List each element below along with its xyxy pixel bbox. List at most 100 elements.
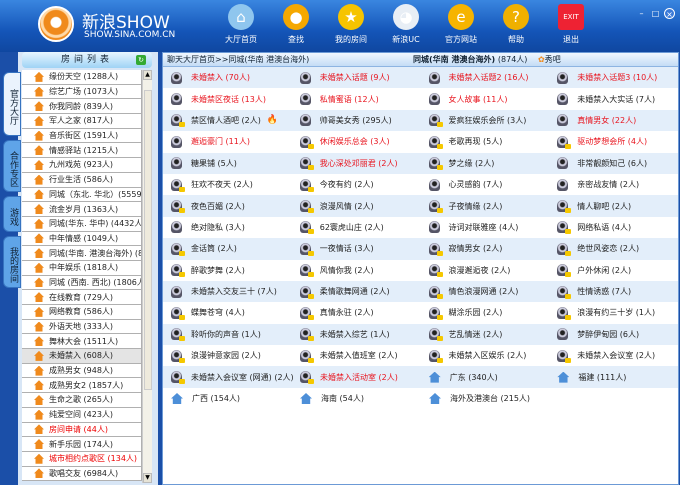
room-category-item[interactable]: 成熟男女 (948人): [22, 363, 142, 379]
room-item[interactable]: 情色浪漫网通 (2人): [421, 285, 550, 299]
tab-my-rooms[interactable]: 我的房间: [3, 236, 21, 288]
close-button[interactable]: ×: [664, 8, 675, 19]
room-item[interactable]: 风情你我 (2人): [292, 264, 421, 278]
room-item[interactable]: 浪漫有约三十岁 (1人): [549, 306, 678, 320]
tab-partner-zone[interactable]: 合作专区: [3, 140, 21, 192]
room-item[interactable]: 浪漫钟意家园 (2人): [163, 349, 292, 363]
room-item[interactable]: 真情永驻 (2人): [292, 306, 421, 320]
room-item[interactable]: 爱疯狂娱乐会所 (3人): [421, 114, 550, 128]
room-item[interactable]: 未婚禁区夜话 (13人): [163, 93, 292, 106]
room-item[interactable]: 私情蜜语 (12人): [292, 93, 421, 106]
room-category-item[interactable]: 九州戏苑 (923人): [22, 158, 142, 173]
room-item[interactable]: 子夜情缘 (2人): [421, 200, 550, 214]
room-item[interactable]: 醉歌梦舞 (2人): [163, 264, 292, 278]
room-item[interactable]: 老歌再现 (5人): [421, 135, 550, 149]
room-category-item[interactable]: 行业生活 (586人): [22, 172, 142, 188]
room-item[interactable]: 情人聊吧 (2人): [549, 200, 678, 214]
room-item[interactable]: 诗词对联雅座 (4人): [421, 221, 550, 234]
breadcrumb[interactable]: 聊天大厅首页>>同城(华南 港澳台海外): [167, 55, 309, 64]
room-category-item[interactable]: 同城（东北. 华北）(5559人): [22, 187, 142, 203]
room-category-item[interactable]: 未婚禁入 (608人): [22, 349, 142, 364]
room-category-item[interactable]: 中年娱乐 (1818人): [22, 260, 142, 276]
tab-official-hall[interactable]: 官方大厅: [3, 72, 21, 136]
room-category-item[interactable]: 纯爱空间 (423人): [22, 407, 142, 423]
room-category-item[interactable]: 同城(华东. 华中) (4432人): [22, 216, 142, 232]
room-item[interactable]: 浪漫邂逅夜 (2人): [421, 264, 550, 278]
room-category-item[interactable]: 新手乐园 (174人): [22, 437, 142, 452]
room-item[interactable]: 梦醉伊甸园 (6人): [549, 328, 678, 341]
tab-games[interactable]: 游戏: [3, 196, 21, 232]
room-item[interactable]: 糊涂乐园 (2人): [421, 306, 550, 320]
room-item[interactable]: 浪漫风情 (2人): [292, 200, 421, 214]
nav-ie[interactable]: e 官方网站: [434, 4, 488, 45]
room-category-item[interactable]: 缘份天空 (1288人): [22, 70, 142, 85]
room-category-item[interactable]: 中年情感 (1049人): [22, 231, 142, 247]
room-item[interactable]: 未婚禁入交友三十 (7人): [163, 285, 292, 298]
room-category-item[interactable]: 舞林大会 (1511人): [22, 334, 142, 350]
room-item[interactable]: 未婚禁入话题2 (16人): [421, 71, 550, 84]
nav-uc-bird[interactable]: ◕ 新浪UC: [379, 4, 433, 45]
nav-star[interactable]: ★ 我的房间: [324, 4, 378, 45]
room-category-item[interactable]: 生命之歌 (265人): [22, 393, 142, 408]
room-item[interactable]: 户外休闲 (2人): [549, 264, 678, 278]
xiuba-link[interactable]: ✿秀吧: [538, 53, 561, 67]
refresh-icon[interactable]: ↻: [136, 55, 146, 65]
room-item[interactable]: 海外及港澳台 (215人): [421, 393, 550, 405]
room-item[interactable]: 梦之缘 (2人): [421, 157, 550, 171]
room-category-item[interactable]: 情感驿站 (1215人): [22, 143, 142, 159]
scroll-up-button[interactable]: ▲: [143, 70, 152, 80]
room-item[interactable]: 未婚禁入会议室 (2人): [549, 349, 678, 363]
room-item[interactable]: 艺乱情迷 (2人): [421, 328, 550, 342]
room-item[interactable]: 广东 (340人): [421, 371, 550, 383]
room-category-item[interactable]: 成熟男女2 (1857人): [22, 378, 142, 394]
room-item[interactable]: 我心深处邓丽君 (2人): [292, 157, 421, 171]
room-item[interactable]: 心灵感韵 (7人): [421, 178, 550, 191]
room-item[interactable]: 未婚禁入话题3 (10人): [549, 71, 678, 84]
room-item[interactable]: 未婚禁入值班室 (2人): [292, 349, 421, 363]
room-category-item[interactable]: 同城 (西南. 西北) (1806人): [22, 275, 142, 291]
room-category-item[interactable]: 同城(华南. 港澳台海外) (874人): [22, 246, 142, 261]
room-category-item[interactable]: 网络教育 (586人): [22, 305, 142, 320]
room-item[interactable]: 驱动梦想会所 (4人): [549, 135, 678, 149]
room-item[interactable]: 女人故事 (11人): [421, 93, 550, 106]
room-item[interactable]: 非常靓颜知己 (6人): [549, 157, 678, 170]
room-category-item[interactable]: 房间申请 (44人): [22, 422, 142, 438]
room-item[interactable]: 未婚禁入 (70人): [163, 71, 292, 84]
nav-help[interactable]: ? 帮助: [489, 4, 543, 45]
room-item[interactable]: 未婚禁入话题 (9人): [292, 71, 421, 84]
room-item[interactable]: 一夜情话 (3人): [292, 242, 421, 256]
room-item[interactable]: 未婚禁入活动室 (2人): [292, 371, 421, 385]
room-item[interactable]: 广西 (154人): [163, 393, 292, 405]
room-item[interactable]: 福建 (111人): [549, 371, 678, 383]
room-item[interactable]: 未婚禁入会议室 (网通) (2人): [163, 371, 294, 385]
nav-exit[interactable]: EXIT 退出: [544, 4, 598, 45]
room-item[interactable]: 未婚禁入区娱乐 (2人): [421, 349, 550, 363]
room-item[interactable]: 休闲娱乐总会 (3人): [292, 135, 421, 149]
maximize-button[interactable]: □: [650, 8, 661, 19]
room-category-item[interactable]: 城市相约点歌区 (134人): [22, 451, 142, 467]
room-item[interactable]: 性情诱惑 (7人): [549, 285, 678, 299]
room-item[interactable]: 今夜有约 (2人): [292, 178, 421, 192]
room-category-item[interactable]: 流金岁月 (1363人): [22, 202, 142, 217]
room-item[interactable]: 狂欢不夜天 (2人): [163, 178, 292, 192]
room-category-item[interactable]: 军人之家 (817人): [22, 114, 142, 129]
room-item[interactable]: 网络私语 (4人): [549, 221, 678, 235]
list-scrollbar[interactable]: ▲ ▼: [142, 70, 152, 483]
room-item[interactable]: 柔情歌舞网通 (2人): [292, 285, 421, 299]
room-item[interactable]: 禁区情人酒吧 (2人) 🔥: [163, 114, 292, 128]
room-item[interactable]: 亲密战友情 (2人): [549, 178, 678, 191]
nav-search[interactable]: ● 查找: [269, 4, 323, 45]
minimize-button[interactable]: –: [636, 8, 647, 19]
room-item[interactable]: 蝶舞苍穹 (4人): [163, 306, 292, 320]
room-item[interactable]: 帅哥美女秀 (295人): [292, 114, 421, 127]
room-category-item[interactable]: 你我同龄 (839人): [22, 99, 142, 115]
room-category-item[interactable]: 在线教育 (729人): [22, 290, 142, 305]
room-item[interactable]: 62寰虎山庄 (2人): [292, 221, 421, 235]
room-item[interactable]: 邂逅豪门 (11人): [163, 135, 292, 148]
room-category-item[interactable]: 音乐街区 (1591人): [22, 128, 142, 144]
room-item[interactable]: 金话筒 (2人): [163, 242, 292, 256]
scroll-thumb[interactable]: [144, 90, 152, 390]
room-item[interactable]: 绝世风姿恋 (2人): [549, 242, 678, 256]
nav-home[interactable]: ⌂ 大厅首页: [214, 4, 268, 45]
room-item[interactable]: 糖果铺 (5人): [163, 157, 292, 170]
